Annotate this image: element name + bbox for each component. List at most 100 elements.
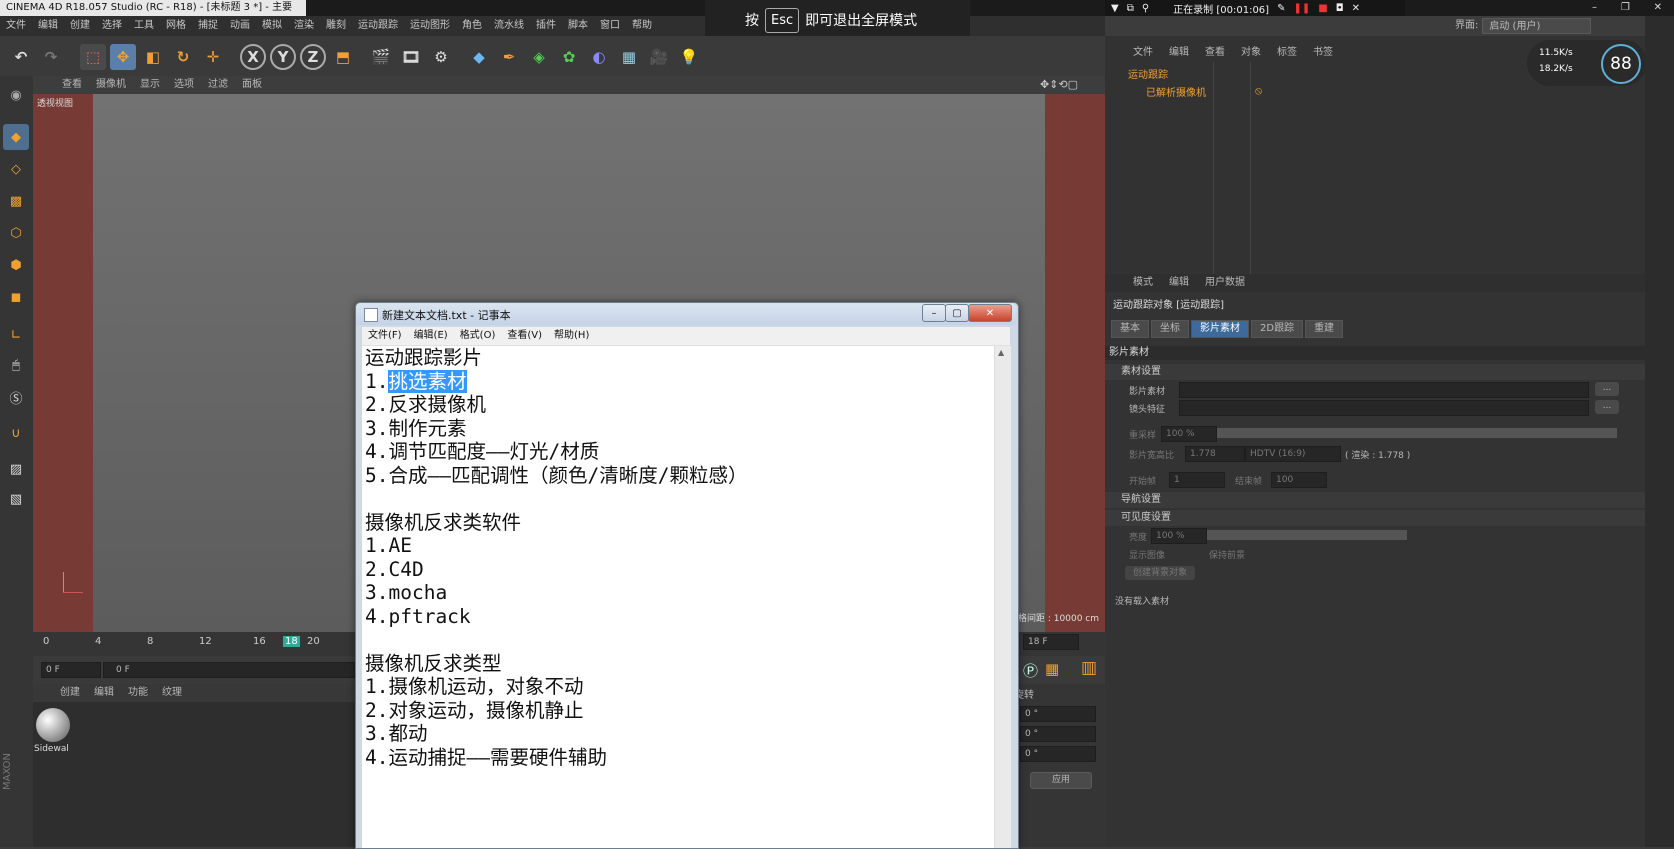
lock-workplane-icon[interactable]: ▨ bbox=[3, 456, 29, 482]
camera-icon[interactable]: ◘ bbox=[1336, 3, 1344, 14]
material-menu-item[interactable]: 创建 bbox=[53, 684, 87, 702]
menu-item[interactable]: 运动跟踪 bbox=[352, 16, 404, 36]
floor-icon[interactable]: ▦ bbox=[616, 44, 642, 70]
menu-item[interactable]: 渲染 bbox=[288, 16, 320, 36]
keyframe-grid-icon[interactable]: ▦ bbox=[1045, 660, 1059, 678]
aspect-preset-dropdown[interactable]: HDTV (16:9) bbox=[1245, 446, 1341, 462]
material-menu-item[interactable]: 编辑 bbox=[87, 684, 121, 702]
viewport-menu-item[interactable]: 面板 bbox=[235, 76, 269, 94]
timeline-playhead[interactable]: 18 bbox=[283, 636, 300, 647]
polygons-mode-icon[interactable]: ◼ bbox=[3, 284, 29, 310]
menu-item[interactable]: 帮助 bbox=[626, 16, 658, 36]
menu-item[interactable]: 运动图形 bbox=[404, 16, 456, 36]
sub-tab-coords[interactable]: 坐标 bbox=[1151, 320, 1189, 338]
frame-range-slider[interactable]: 0 F bbox=[103, 662, 357, 678]
object-item-motion-tracker[interactable]: 运动跟踪 bbox=[1128, 66, 1168, 81]
viewport-menu-item[interactable]: 过滤 bbox=[201, 76, 235, 94]
render-picture-icon[interactable]: 🎞 bbox=[398, 44, 424, 70]
undo-icon[interactable]: ↶ bbox=[8, 44, 34, 70]
select-icon[interactable]: ⬚ bbox=[80, 44, 106, 70]
axis-mode-icon[interactable]: ∟ bbox=[3, 322, 29, 348]
viewport-menu-item[interactable]: 显示 bbox=[133, 76, 167, 94]
notepad-menu-item[interactable]: 查看(V) bbox=[501, 327, 548, 345]
attribute-menu-item[interactable]: 编辑 bbox=[1161, 274, 1197, 292]
resample-slider[interactable] bbox=[1217, 428, 1617, 438]
pen-icon[interactable]: ✎ bbox=[1277, 3, 1285, 14]
recorder-zoom-icon[interactable]: ⚲ bbox=[1142, 3, 1149, 14]
move-icon[interactable]: ✥ bbox=[110, 44, 136, 70]
tweak-mode-icon[interactable]: 🖱 bbox=[3, 352, 29, 378]
menu-item[interactable]: 角色 bbox=[456, 16, 488, 36]
menu-item[interactable]: 工具 bbox=[128, 16, 160, 36]
resample-field[interactable]: 100 % bbox=[1161, 426, 1217, 442]
keyframe-p-icon[interactable]: Ⓟ bbox=[1023, 660, 1038, 681]
menu-item[interactable]: 捕捉 bbox=[192, 16, 224, 36]
attribute-menu-item[interactable]: 模式 bbox=[1125, 274, 1161, 292]
notepad-minimize-icon[interactable]: – bbox=[922, 304, 946, 322]
menu-item[interactable]: 流水线 bbox=[488, 16, 530, 36]
object-menu-item[interactable]: 查看 bbox=[1197, 44, 1233, 62]
camera-object-icon[interactable]: 🎥 bbox=[646, 44, 672, 70]
keep-foreground-checkbox[interactable]: 保持前景 bbox=[1209, 548, 1245, 561]
object-menu-item[interactable]: 编辑 bbox=[1161, 44, 1197, 62]
menu-item[interactable]: 雕刻 bbox=[320, 16, 352, 36]
notepad-menu-item[interactable]: 编辑(E) bbox=[408, 327, 454, 345]
restore-icon[interactable]: ❐ bbox=[1621, 0, 1630, 16]
object-menu-item[interactable]: 对象 bbox=[1233, 44, 1269, 62]
object-menu-item[interactable]: 标签 bbox=[1269, 44, 1305, 62]
menu-item[interactable]: 文件 bbox=[0, 16, 32, 36]
footage-path-field[interactable] bbox=[1179, 382, 1589, 398]
lens-path-field[interactable] bbox=[1179, 400, 1589, 416]
notepad-menu-item[interactable]: 格式(O) bbox=[454, 327, 502, 345]
light-icon[interactable]: 💡 bbox=[676, 44, 702, 70]
navigation-settings-section[interactable]: 导航设置 bbox=[1105, 492, 1645, 508]
current-frame-field[interactable]: 0 F bbox=[41, 662, 101, 678]
notepad-menu-item[interactable]: 文件(F) bbox=[362, 327, 408, 345]
start-frame-field[interactable]: 1 bbox=[1169, 472, 1225, 488]
object-item-solved-camera[interactable]: 已解析摄像机 bbox=[1146, 84, 1206, 99]
rotate-icon[interactable]: ↻ bbox=[170, 44, 196, 70]
y-axis-icon[interactable]: Y bbox=[270, 44, 296, 70]
render-view-icon[interactable]: 🎬 bbox=[368, 44, 394, 70]
render-settings-icon[interactable]: ⚙ bbox=[428, 44, 454, 70]
notepad-maximize-icon[interactable]: ▢ bbox=[945, 304, 969, 322]
material-menu-item[interactable]: 纹理 bbox=[155, 684, 189, 702]
close-recorder-icon[interactable]: ✕ bbox=[1352, 3, 1360, 14]
material-preview-sphere[interactable] bbox=[36, 708, 70, 742]
cube-icon[interactable]: ◆ bbox=[466, 44, 492, 70]
timeline-window-icon[interactable]: ▥ bbox=[1081, 658, 1097, 678]
close-icon[interactable]: ✕ bbox=[1654, 0, 1662, 16]
layout-dropdown[interactable]: 启动 (用户) bbox=[1482, 18, 1592, 34]
menu-item[interactable]: 编辑 bbox=[32, 16, 64, 36]
pen-tool-icon[interactable]: ✒ bbox=[496, 44, 522, 70]
viewport-menu-item[interactable]: 选项 bbox=[167, 76, 201, 94]
attribute-menu-item[interactable]: 用户数据 bbox=[1197, 274, 1253, 292]
edges-mode-icon[interactable]: ⬢ bbox=[3, 252, 29, 278]
subdivision-icon[interactable]: ◈ bbox=[526, 44, 552, 70]
points-mode-icon[interactable]: ⬡ bbox=[3, 220, 29, 246]
end-frame-field[interactable]: 18 F bbox=[1023, 634, 1079, 650]
viewport-menu-item[interactable]: 查看 bbox=[55, 76, 89, 94]
object-menu-item[interactable]: 书签 bbox=[1305, 44, 1341, 62]
notepad-menu-item[interactable]: 帮助(H) bbox=[548, 327, 595, 345]
pause-icon[interactable]: ❚❚ bbox=[1293, 3, 1310, 14]
make-editable-icon[interactable]: ◉ bbox=[3, 82, 29, 108]
material-menu-item[interactable]: 功能 bbox=[121, 684, 155, 702]
viewport-menu-item[interactable]: 摄像机 bbox=[89, 76, 133, 94]
visibility-settings-section[interactable]: 可见度设置 bbox=[1105, 510, 1645, 526]
sub-tab-basic[interactable]: 基本 bbox=[1111, 320, 1149, 338]
stop-icon[interactable]: ■ bbox=[1318, 3, 1327, 14]
x-axis-icon[interactable]: X bbox=[240, 44, 266, 70]
cloner-icon[interactable]: ✿ bbox=[556, 44, 582, 70]
model-mode-icon[interactable]: ◆ bbox=[3, 124, 29, 150]
workplane-icon[interactable]: ▩ bbox=[3, 188, 29, 214]
menu-item[interactable]: 窗口 bbox=[594, 16, 626, 36]
tag-icon[interactable]: ⦸ bbox=[1255, 84, 1262, 98]
show-image-checkbox[interactable]: 显示图像 bbox=[1129, 548, 1165, 561]
browse-footage-button[interactable]: ... bbox=[1595, 382, 1619, 396]
menu-item[interactable]: 网格 bbox=[160, 16, 192, 36]
rotation-b-field[interactable]: 0 ° bbox=[1020, 746, 1096, 762]
recorder-menu-icon[interactable]: ▼ bbox=[1111, 3, 1119, 14]
scroll-up-icon[interactable]: ▲ bbox=[998, 348, 1004, 357]
rotation-p-field[interactable]: 0 ° bbox=[1020, 726, 1096, 742]
